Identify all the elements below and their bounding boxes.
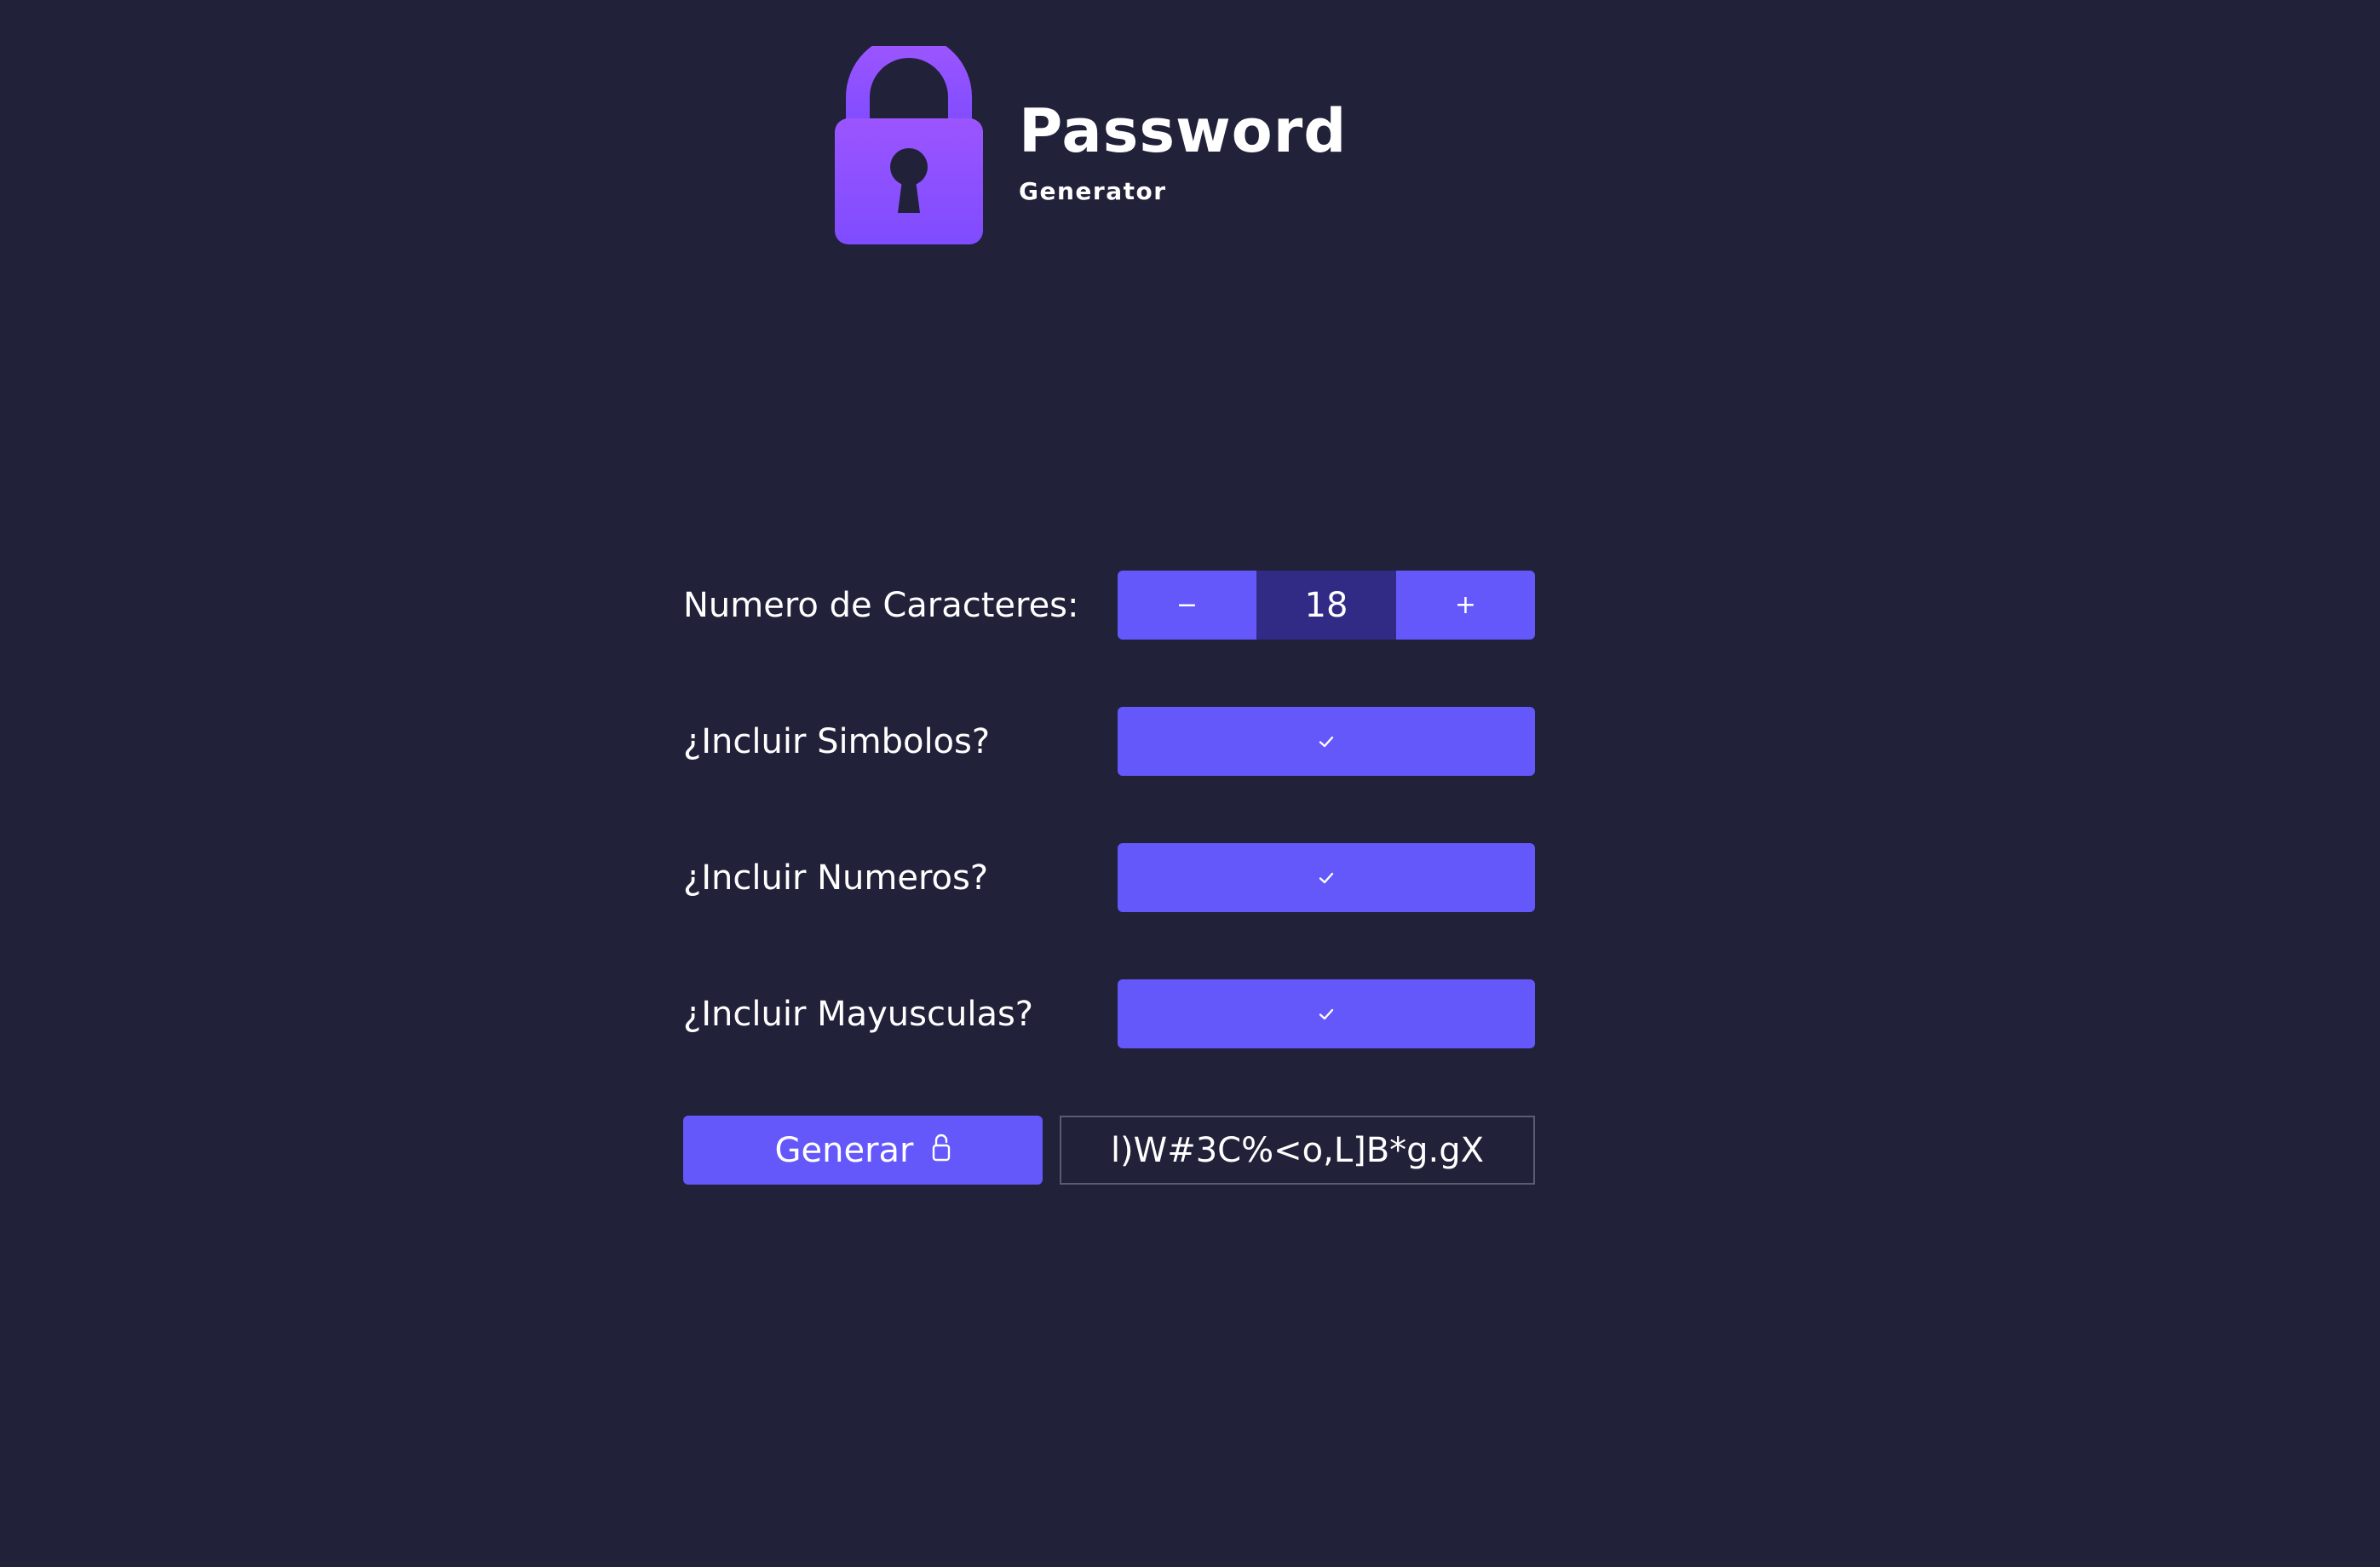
brand-subtitle: Generator (1019, 176, 1167, 205)
increment-button[interactable]: + (1396, 571, 1535, 640)
length-row: Numero de Caracteres: − 18 + (683, 571, 1535, 640)
generate-button[interactable]: Generar (683, 1116, 1043, 1185)
app-header: Password Generator (835, 46, 1347, 244)
unlock-icon (932, 1131, 951, 1170)
uppercase-toggle[interactable] (1118, 979, 1535, 1048)
length-value: 18 (1256, 571, 1396, 640)
symbols-label: ¿Incluir Simbolos? (683, 721, 991, 761)
brand: Password Generator (1019, 101, 1347, 204)
option-row-uppercase: ¿Incluir Mayusculas? (683, 979, 1535, 1048)
uppercase-label: ¿Incluir Mayusculas? (683, 994, 1034, 1034)
numbers-label: ¿Incluir Numeros? (683, 858, 989, 898)
check-icon (1317, 869, 1336, 887)
length-label: Numero de Caracteres: (683, 585, 1079, 625)
decrement-button[interactable]: − (1118, 571, 1256, 640)
numbers-toggle[interactable] (1118, 843, 1535, 912)
generate-row: Generar (683, 1116, 1535, 1185)
check-icon (1317, 732, 1336, 751)
generator-form: Numero de Caracteres: − 18 + ¿Incluir Si… (683, 571, 1535, 1185)
option-row-symbols: ¿Incluir Simbolos? (683, 707, 1535, 776)
brand-title: Password (1019, 95, 1348, 166)
symbols-toggle[interactable] (1118, 707, 1535, 776)
check-icon (1317, 1005, 1336, 1024)
lock-icon (835, 46, 983, 244)
option-row-numbers: ¿Incluir Numeros? (683, 843, 1535, 912)
password-output[interactable] (1060, 1116, 1535, 1185)
generate-label: Generar (774, 1130, 914, 1170)
length-stepper: − 18 + (1118, 571, 1535, 640)
